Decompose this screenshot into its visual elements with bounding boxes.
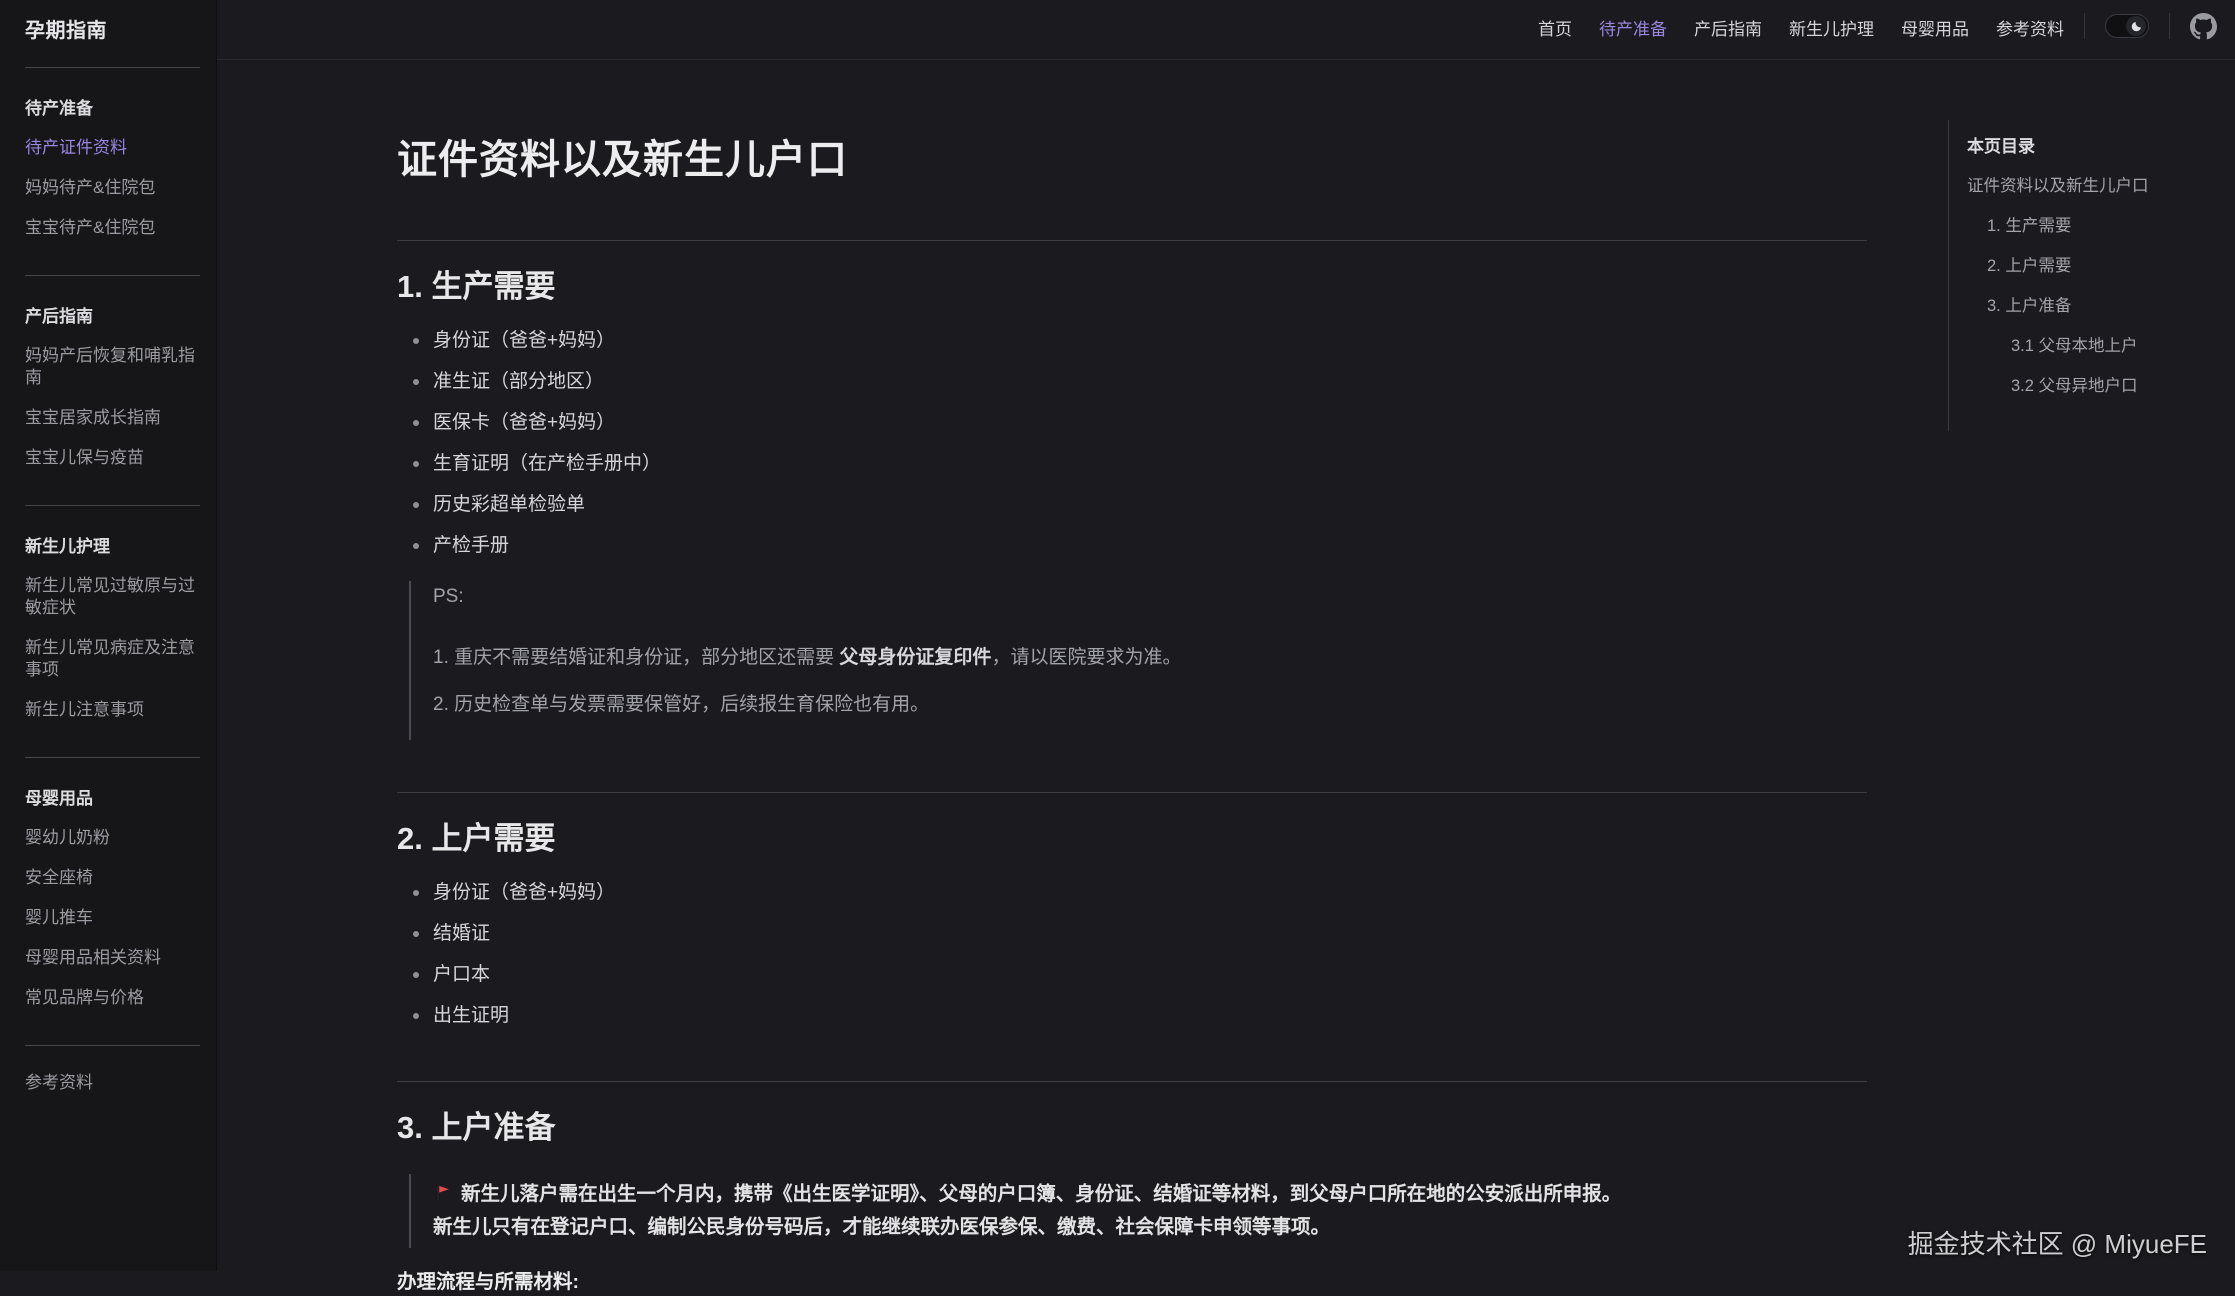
nav-item-home[interactable]: 首页: [1538, 15, 1572, 40]
callout-line-1: 新生儿落户需在出生一个月内，携带《出生医学证明》、父母的户口簿、身份证、结婚证等…: [461, 1183, 1621, 1205]
note-item: 历史检查单与发票需要保管好，后续报生育保险也有用。: [433, 691, 1867, 718]
divider: [25, 1045, 200, 1046]
site-title: 孕期指南: [25, 14, 200, 43]
section-birth-needs: 1. 生产需要 身份证（爸爸+妈妈） 准生证（部分地区） 医保卡（爸爸+妈妈） …: [397, 240, 1867, 740]
sidebar-item-baby-hospital-bag[interactable]: 宝宝待产&住院包: [25, 217, 200, 239]
sidebar-item-newborn-notes[interactable]: 新生儿注意事项: [25, 699, 200, 721]
watermark: 掘金技术社区 @ MiyueFE: [1908, 1224, 2207, 1261]
nav-item-newborn-care[interactable]: 新生儿护理: [1789, 15, 1874, 40]
red-flag-icon: [433, 1183, 453, 1203]
sidebar-item-references[interactable]: 参考资料: [25, 1072, 200, 1094]
sidebar-item-stroller[interactable]: 婴儿推车: [25, 907, 200, 929]
sidebar-item-mom-recovery[interactable]: 妈妈产后恢复和哺乳指南: [25, 345, 200, 389]
sidebar-item-allergy[interactable]: 新生儿常见过敏原与过敏症状: [25, 575, 200, 619]
sidebar-group-postpartum: 产后指南 妈妈产后恢复和哺乳指南 宝宝居家成长指南 宝宝儿保与疫苗: [25, 302, 200, 469]
sidebar-group-newborn-care: 新生儿护理 新生儿常见过敏原与过敏症状 新生儿常见病症及注意事项 新生儿注意事项: [25, 532, 200, 721]
toc-item[interactable]: 1. 生产需要: [1967, 215, 2218, 237]
sidebar-item-baby-vaccine[interactable]: 宝宝儿保与疫苗: [25, 447, 200, 469]
nav-item-references[interactable]: 参考资料: [1996, 15, 2064, 40]
sidebar-group-heading: 产后指南: [25, 302, 200, 327]
section-heading: 1. 生产需要: [397, 267, 1867, 307]
sidebar-item-illness[interactable]: 新生儿常见病症及注意事项: [25, 637, 200, 681]
list-item: 医保卡（爸爸+妈妈）: [407, 409, 1867, 436]
divider: [2084, 13, 2085, 39]
sidebar-group-heading: 母婴用品: [25, 784, 200, 809]
sidebar-item-documents[interactable]: 待产证件资料: [25, 137, 200, 159]
sidebar-item-milk-powder[interactable]: 婴幼儿奶粉: [25, 827, 200, 849]
page-toc: 本页目录 证件资料以及新生儿户口 1. 生产需要 2. 上户需要 3. 上户准备…: [1948, 120, 2218, 431]
sidebar-item-product-info[interactable]: 母婴用品相关资料: [25, 947, 200, 969]
nav-links: 首页 待产准备 产后指南 新生儿护理 母婴用品 参考资料: [1538, 13, 2064, 40]
toc-item[interactable]: 2. 上户需要: [1967, 255, 2218, 277]
list-item: 准生证（部分地区）: [407, 368, 1867, 395]
sidebar-group-baby-products: 母婴用品 婴幼儿奶粉 安全座椅 婴儿推车 母婴用品相关资料 常见品牌与价格: [25, 784, 200, 1009]
note-item: 重庆不需要结婚证和身份证，部分地区还需要 父母身份证复印件，请以医院要求为准。: [433, 644, 1867, 671]
callout-line-2: 新生儿只有在登记户口、编制公民身份号码后，才能继续联办医保参保、缴费、社会保障卡…: [433, 1211, 1867, 1244]
section-registration-prep: 3. 上户准备 新生儿落户需在出生一个月内，携带《出生医学证明》、父母的户口簿、…: [397, 1081, 1867, 1296]
sidebar-group-prenatal: 待产准备 待产证件资料 妈妈待产&住院包 宝宝待产&住院包: [25, 94, 200, 239]
sidebar-group-heading: 待产准备: [25, 94, 200, 119]
list-item: 户口本: [407, 961, 1867, 988]
toc-title: 本页目录: [1967, 132, 2218, 157]
divider: [25, 757, 200, 758]
list-item: 结婚证: [407, 920, 1867, 947]
list-item: 身份证（爸爸+妈妈）: [407, 327, 1867, 354]
list-item: 身份证（爸爸+妈妈）: [407, 879, 1867, 906]
list-item: 生育证明（在产检手册中）: [407, 450, 1867, 477]
sidebar-item-brands-prices[interactable]: 常见品牌与价格: [25, 987, 200, 1009]
section-heading: 3. 上户准备: [397, 1108, 1867, 1148]
nav-item-postpartum[interactable]: 产后指南: [1694, 15, 1762, 40]
section-registration-needs: 2. 上户需要 身份证（爸爸+妈妈） 结婚证 户口本 出生证明: [397, 792, 1867, 1029]
section-heading: 2. 上户需要: [397, 819, 1867, 859]
sidebar: 孕期指南 待产准备 待产证件资料 妈妈待产&住院包 宝宝待产&住院包 产后指南 …: [0, 0, 217, 1271]
sidebar-item-car-seat[interactable]: 安全座椅: [25, 867, 200, 889]
sidebar-item-mom-hospital-bag[interactable]: 妈妈待产&住院包: [25, 177, 200, 199]
callout-block: 新生儿落户需在出生一个月内，携带《出生医学证明》、父母的户口簿、身份证、结婚证等…: [409, 1174, 1867, 1248]
top-navbar: 首页 待产准备 产后指南 新生儿护理 母婴用品 参考资料: [217, 0, 2235, 60]
nav-item-prenatal[interactable]: 待产准备: [1599, 15, 1667, 40]
list-item: 产检手册: [407, 532, 1867, 559]
toc-item[interactable]: 3.1 父母本地上户: [1967, 335, 2218, 357]
divider: [25, 67, 200, 68]
nav-item-baby-products[interactable]: 母婴用品: [1901, 15, 1969, 40]
toc-item[interactable]: 3. 上户准备: [1967, 295, 2218, 317]
toc-item[interactable]: 3.2 父母异地户口: [1967, 375, 2218, 397]
theme-toggle[interactable]: [2105, 14, 2149, 38]
sidebar-item-baby-growth[interactable]: 宝宝居家成长指南: [25, 407, 200, 429]
divider: [2169, 13, 2170, 39]
divider: [25, 275, 200, 276]
moon-icon: [2126, 16, 2146, 36]
list-item: 历史彩超单检验单: [407, 491, 1867, 518]
toc-item[interactable]: 证件资料以及新生儿户口: [1967, 175, 2218, 197]
main-content: 证件资料以及新生儿户口 1. 生产需要 身份证（爸爸+妈妈） 准生证（部分地区）…: [397, 0, 1867, 1296]
github-icon[interactable]: [2190, 13, 2217, 40]
ps-label: PS:: [433, 583, 1867, 610]
sidebar-group-heading: 新生儿护理: [25, 532, 200, 557]
list-item: 出生证明: [407, 1002, 1867, 1029]
ps-note-block: PS: 重庆不需要结婚证和身份证，部分地区还需要 父母身份证复印件，请以医院要求…: [409, 581, 1867, 740]
divider: [25, 505, 200, 506]
process-label: 办理流程与所需材料:: [397, 1268, 1867, 1296]
